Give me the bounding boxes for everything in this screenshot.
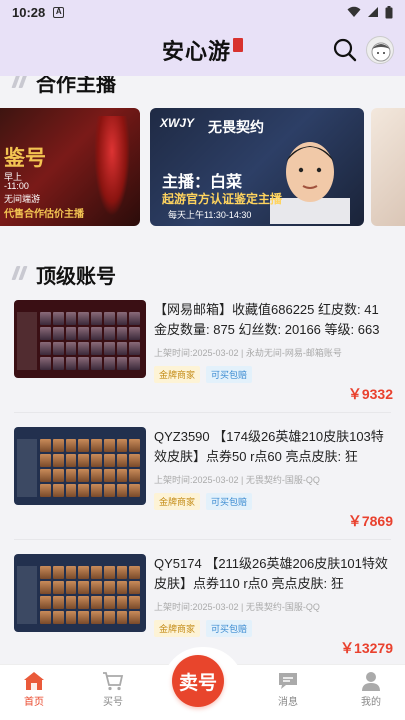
sell-button[interactable]: 卖号 — [172, 655, 224, 707]
tab-home-label: 首页 — [24, 697, 44, 708]
list-item[interactable]: 【网易邮箱】收藏值686225 红皮数: 41 金皮数量: 875 幻丝数: 2… — [0, 300, 405, 428]
banner-brand-logo: XWJY — [160, 116, 195, 130]
tag-gold-merchant: 金牌商家 — [154, 366, 201, 383]
listing-price: ￥9332 — [347, 386, 393, 402]
section-top-accounts: 顶级账号 — [11, 260, 116, 289]
listing-price: ￥13279 — [340, 640, 393, 656]
tab-buy[interactable]: 买号 — [83, 671, 143, 708]
banner-left-footer: 代售合作估价主播 — [4, 209, 84, 220]
divider — [14, 539, 391, 540]
tab-mine[interactable]: 我的 — [341, 671, 401, 708]
list-item[interactable]: QYZ3590 【174级26英雄210皮肤103特效皮肤】点券50 r点60 … — [0, 427, 405, 555]
battery-icon — [385, 5, 393, 18]
listing-meta: 上架时间:2025-03-02 | 无畏契约-国服-QQ — [154, 475, 320, 485]
signal-icon — [368, 7, 378, 17]
banner-left[interactable]: 鉴号 早上 -11:00 无间端游 代售合作估价主播 — [0, 108, 140, 226]
listing-meta: 上架时间:2025-03-02 | 永劫无间-网易-邮箱账号 — [154, 348, 342, 358]
listing-meta: 上架时间:2025-03-02 | 无畏契约-国服-QQ — [154, 602, 320, 612]
banner-host: 主播：白菜 — [162, 174, 243, 191]
banner-left-figure — [94, 116, 130, 216]
home-content[interactable]: 合作主播 鉴号 早上 -11:00 无间端游 代售合作估价主播 XWJY 无畏契… — [0, 76, 405, 664]
search-icon[interactable] — [332, 37, 358, 63]
banner-subtitle: 起游官方认证鉴定主播 — [162, 192, 283, 206]
listing-price: ￥7869 — [347, 513, 393, 529]
tag-gold-merchant: 金牌商家 — [154, 620, 201, 637]
tab-messages-label: 消息 — [278, 697, 298, 708]
tab-mine-label: 我的 — [361, 697, 381, 708]
banner-left-title: 鉴号 — [4, 147, 46, 170]
user-avatar[interactable] — [366, 36, 394, 64]
section-cooperation: 合作主播 — [11, 76, 116, 97]
tag-insured: 可买包赔 — [206, 620, 253, 637]
listing-thumbnail — [14, 300, 146, 378]
user-icon — [362, 672, 380, 691]
tag-insured: 可买包赔 — [206, 366, 253, 383]
banner-time: 每天上午11:30-14:30 — [168, 210, 252, 220]
listing-title: QY5174 【211级26英雄206皮肤101特效皮肤】点券110 r点0 亮… — [154, 556, 388, 591]
listing-title: QYZ3590 【174级26英雄210皮肤103特效皮肤】点券50 r点60 … — [154, 429, 384, 464]
tab-buy-label: 买号 — [103, 697, 123, 708]
wifi-icon — [347, 6, 361, 17]
notification-icon: A — [53, 6, 65, 18]
banner-left-line3: 无间端游 — [4, 194, 41, 204]
host-portrait-icon — [270, 142, 350, 224]
listing-thumbnail — [14, 427, 146, 505]
listing-thumbnail — [14, 554, 146, 632]
listing-title: 【网易邮箱】收藏值686225 红皮数: 41 金皮数量: 875 幻丝数: 2… — [154, 302, 380, 337]
home-icon — [24, 672, 44, 690]
section-top-accounts-title: 顶级账号 — [36, 266, 116, 288]
tab-messages[interactable]: 消息 — [258, 671, 318, 708]
bottom-tab-bar: 首页 买号 卖号 消息 我的 — [0, 647, 405, 720]
tag-gold-merchant: 金牌商家 — [154, 493, 201, 510]
banner-left-line2: -11:00 — [4, 181, 29, 191]
sell-button-label: 卖号 — [178, 672, 217, 694]
status-time: 10:28 — [12, 4, 46, 20]
banner-brand-name: 无畏契约 — [208, 119, 264, 135]
cart-icon — [103, 672, 124, 691]
tag-insured: 可买包赔 — [206, 493, 253, 510]
section-cooperation-title: 合作主播 — [36, 76, 116, 96]
section-deco-icon — [11, 263, 28, 286]
app-header: 安心游 — [0, 24, 405, 76]
tab-home[interactable]: 首页 — [4, 671, 64, 708]
section-deco-icon — [11, 76, 28, 94]
banner-center[interactable]: XWJY 无畏契约 主播：白菜 起游官方认证鉴定主播 每天上午11:30-14:… — [150, 108, 364, 226]
status-bar: 10:28 A — [0, 0, 405, 24]
banner-right[interactable] — [371, 108, 405, 226]
divider — [14, 412, 391, 413]
logo-seal-icon — [233, 38, 243, 52]
message-icon — [279, 673, 297, 689]
